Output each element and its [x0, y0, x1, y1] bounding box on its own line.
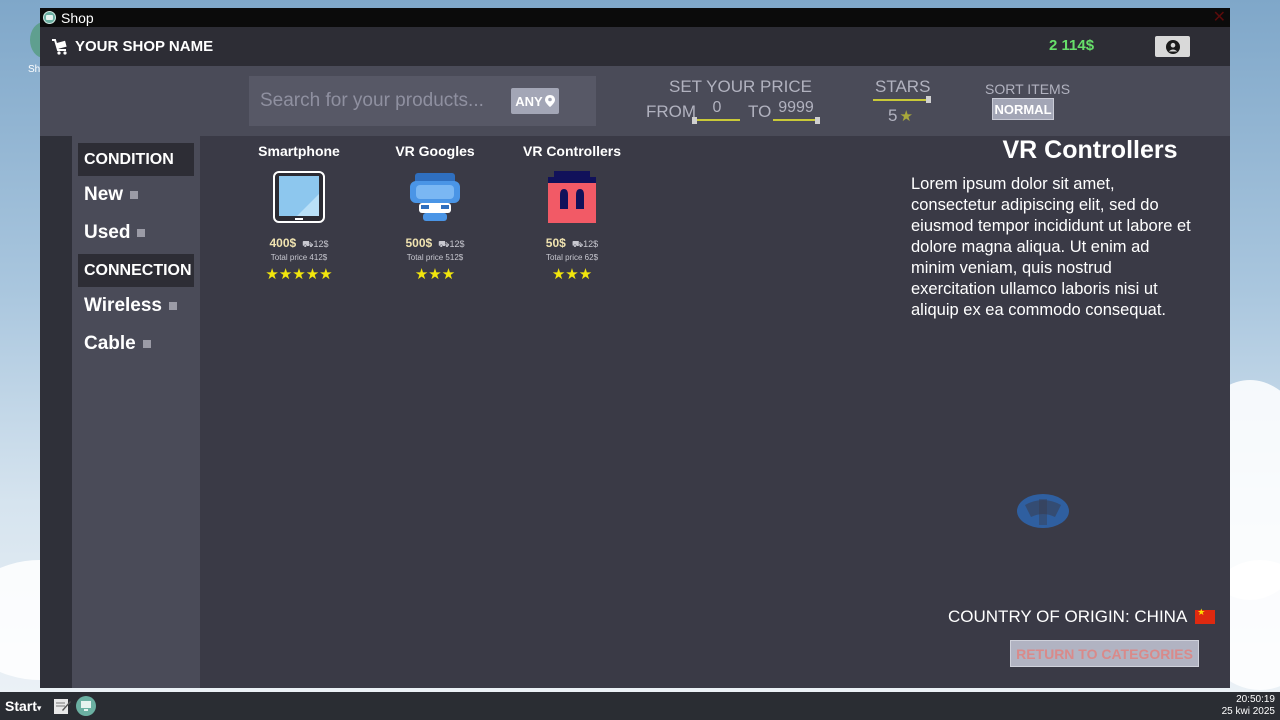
truck-icon: ⛟ [438, 239, 450, 249]
detail-title: VR Controllers [1002, 136, 1178, 164]
filter-wireless-label: Wireless [84, 295, 162, 316]
sort-button[interactable]: NORMAL [992, 98, 1054, 120]
stars-value: 5 ★ [888, 106, 913, 126]
clock-time: 20:50:19 [1236, 694, 1275, 705]
shipping-value: 12$ [313, 239, 329, 249]
filter-cable[interactable]: Cable [84, 333, 151, 355]
vr-controllers-icon [548, 171, 596, 223]
total-price: Total price 512$ [406, 253, 464, 262]
start-button[interactable]: Start▾ [0, 698, 48, 714]
price-from-input[interactable] [694, 96, 740, 121]
clock-date: 25 kwi 2025 [1221, 706, 1275, 717]
star-icon: ★ [899, 108, 913, 125]
taskbar-clock: 20:50:19 25 kwi 2025 [1222, 694, 1275, 718]
origin-label: COUNTRY OF ORIGIN: CHINA [948, 607, 1188, 626]
china-flag-icon [1195, 607, 1216, 624]
filter-wireless-checkbox[interactable] [169, 302, 177, 310]
money-balance: 2 114$ [1049, 37, 1095, 54]
price-from-handle[interactable] [692, 117, 697, 124]
desktop-icon-label: Sh [28, 64, 41, 75]
product-name: VR Controllers [522, 143, 621, 159]
window-title: Shop [61, 9, 94, 26]
window-titlebar[interactable]: Shop ✕ [40, 8, 1230, 27]
shop-taskbar-icon[interactable] [76, 696, 96, 716]
any-label: ANY [515, 93, 543, 109]
notepad-icon[interactable] [52, 696, 72, 716]
product-price: 400$ [269, 236, 297, 250]
connection-header: CONNECTION [78, 254, 194, 287]
filter-used[interactable]: Used [84, 222, 146, 244]
country-of-origin: COUNTRY OF ORIGIN: CHINA [948, 607, 1216, 627]
stars-value-number: 5 [888, 106, 898, 125]
price-to-input[interactable] [773, 96, 819, 121]
shipping-value: 12$ [449, 239, 465, 249]
condition-header: CONDITION [78, 143, 194, 176]
product-card-vr-googles[interactable]: VR Googles 500$ ⛟12$ Total price 512$ ★★… [375, 143, 495, 283]
product-rating: ★★★ [551, 266, 593, 283]
search-input[interactable] [260, 90, 510, 112]
filter-cable-checkbox[interactable] [142, 340, 151, 348]
category-sidebar: CONDITION New Used CONNECTION Wireless C… [72, 136, 200, 688]
filter-new-checkbox[interactable] [130, 191, 139, 199]
stars-slider[interactable] [873, 99, 929, 101]
filter-cable-label: Cable [84, 333, 136, 354]
main-area: CONDITION New Used CONNECTION Wireless C… [40, 136, 1230, 688]
product-rating: ★★★★★ [265, 266, 333, 283]
shipping-price: ⛟12$ [438, 239, 464, 251]
price-to-label: TO [748, 102, 772, 121]
total-price: Total price 62$ [545, 253, 599, 262]
product-price: 500$ [405, 236, 433, 250]
account-button[interactable] [1155, 36, 1190, 57]
filter-new-label: New [84, 184, 124, 205]
left-gutter [40, 136, 72, 688]
product-name: Smartphone [258, 143, 340, 159]
product-rating: ★★★ [414, 266, 456, 283]
chevron-down-icon: ▾ [36, 703, 42, 713]
price-to-handle[interactable] [815, 117, 820, 124]
total-price: Total price 412$ [270, 253, 328, 262]
price-title: SET YOUR PRICE [669, 77, 812, 96]
product-content: Smartphone 400$ ⛟12$ Total price 412$ ★★… [200, 136, 1230, 688]
cart-icon [52, 38, 67, 55]
truck-icon: ⛟ [302, 239, 314, 249]
product-card-vr-controllers[interactable]: VR Controllers 50$ ⛟12$ Total price 62$ … [512, 143, 632, 283]
shipping-price: ⛟12$ [572, 239, 598, 251]
product-price: 50$ [545, 236, 566, 250]
taskbar: Start▾ 20:50:19 25 kwi 2025 [0, 692, 1280, 720]
shipping-price: ⛟12$ [302, 239, 328, 251]
shop-name: YOUR SHOP NAME [75, 38, 214, 55]
filter-bar: ANY SET YOUR PRICE FROM TO STARS 5 ★ SOR… [40, 66, 1230, 136]
sort-title: SORT ITEMS [985, 81, 1071, 97]
start-label: Start [5, 698, 37, 714]
price-from-label: FROM [646, 102, 697, 121]
shop-header: YOUR SHOP NAME 2 114$ [40, 27, 1230, 66]
vr-goggles-icon [410, 173, 460, 221]
return-to-categories-button[interactable]: RETURN TO CATEGORIES [1010, 640, 1199, 667]
search-box: ANY [249, 76, 596, 126]
filter-wireless[interactable]: Wireless [84, 295, 177, 317]
shipping-value: 12$ [583, 239, 599, 249]
any-location-button[interactable]: ANY [511, 88, 559, 114]
stars-title: STARS [875, 77, 931, 96]
filter-used-label: Used [84, 222, 131, 243]
product-card-smartphone[interactable]: Smartphone 400$ ⛟12$ Total price 412$ ★★… [239, 143, 359, 283]
location-pin-icon [544, 95, 555, 107]
smartphone-icon [273, 171, 325, 223]
filter-used-checkbox[interactable] [137, 229, 146, 237]
detail-watermark-icon [1017, 494, 1069, 528]
user-icon [1165, 39, 1180, 54]
product-name: VR Googles [395, 143, 475, 159]
shop-window: Shop ✕ YOUR SHOP NAME 2 114$ ANY [40, 8, 1230, 688]
filter-new[interactable]: New [84, 184, 139, 206]
truck-icon: ⛟ [571, 239, 584, 249]
stars-slider-handle[interactable] [926, 96, 931, 103]
close-icon[interactable]: ✕ [1213, 8, 1226, 27]
detail-description: Lorem ipsum dolor sit amet, consectetur … [911, 175, 1191, 319]
window-app-icon [43, 11, 56, 24]
